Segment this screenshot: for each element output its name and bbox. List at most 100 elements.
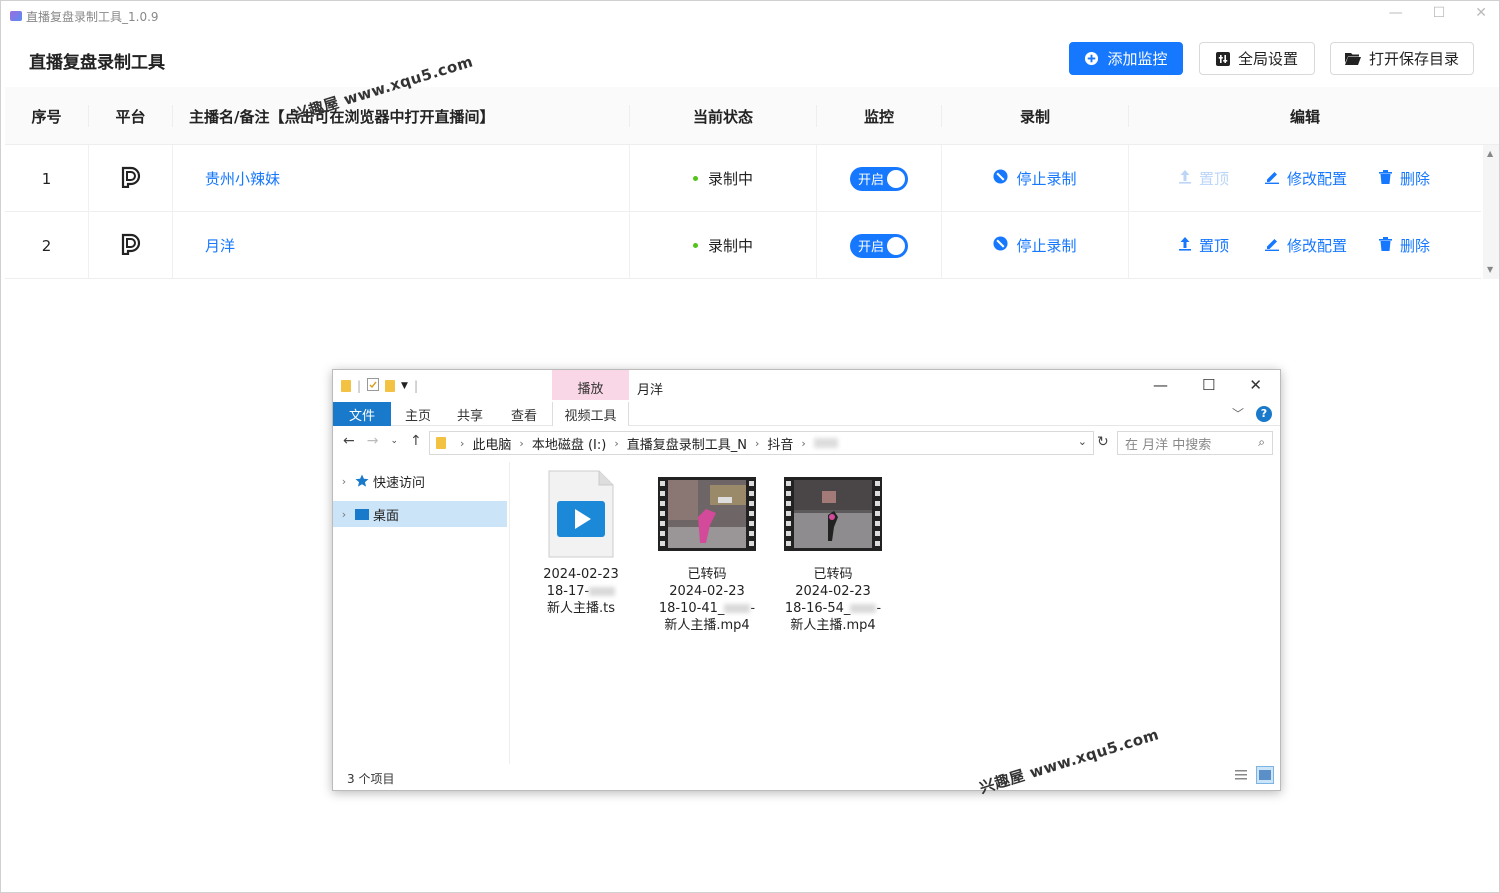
global-settings-button[interactable]: 全局设置: [1199, 42, 1315, 75]
file-name-line: 18-16-54_ -: [784, 601, 882, 616]
file-item[interactable]: 已转码 2024-02-23 18-16-54_ - 新人主播.mp4: [773, 466, 893, 634]
toolbar-divider: |: [357, 379, 362, 393]
minimize-button[interactable]: —: [1153, 376, 1168, 394]
customize-dropdown-icon[interactable]: ▼: [401, 381, 408, 391]
address-bar[interactable]: › 此电脑 › 本地磁盘 (I:) › 直播复盘录制工具_N › 抖音 › ⌄: [429, 431, 1094, 455]
folder-icon: [341, 380, 351, 392]
nav-item-desktop[interactable]: › 桌面: [333, 501, 507, 527]
properties-icon[interactable]: [367, 378, 380, 394]
file-name-line: 18-10-41_ -: [658, 601, 756, 616]
pin-top-button[interactable]: 置顶: [1179, 168, 1229, 189]
breadcrumb-tool-folder[interactable]: 直播复盘录制工具_N: [627, 434, 747, 453]
breadcrumb-douyin[interactable]: 抖音: [767, 434, 793, 453]
add-monitor-button[interactable]: 添加监控: [1069, 42, 1183, 75]
column-index: 序号: [31, 107, 62, 126]
table-scrollbar[interactable]: ▲ ▼: [1483, 145, 1499, 279]
navigation-pane: › 快速访问 › 桌面: [333, 462, 510, 764]
platform-cell: [89, 145, 172, 212]
chevron-right-icon[interactable]: ›: [333, 475, 355, 488]
close-button[interactable]: ✕: [1249, 376, 1262, 394]
column-status: 当前状态: [692, 107, 753, 126]
column-edit: 编辑: [1289, 107, 1320, 126]
monitor-toggle[interactable]: 开启: [850, 233, 908, 258]
address-dropdown-icon[interactable]: ⌄: [1078, 435, 1087, 448]
scroll-down-icon[interactable]: ▼: [1487, 265, 1493, 274]
edit-config-label: 修改配置: [1287, 170, 1348, 188]
stop-record-button[interactable]: 停止录制: [993, 235, 1077, 256]
back-arrow-icon[interactable]: ←: [343, 433, 355, 449]
open-save-folder-button[interactable]: 打开保存目录: [1330, 42, 1474, 75]
tab-share[interactable]: 共享: [447, 402, 493, 426]
tab-view[interactable]: 查看: [501, 402, 547, 426]
tab-video-tools[interactable]: 视频工具: [552, 402, 629, 426]
redacted-text: [724, 604, 751, 613]
breadcrumb-separator: ›: [801, 436, 806, 450]
delete-label: 删除: [1400, 170, 1431, 188]
cell-divider: [172, 145, 173, 212]
open-save-folder-label: 打开保存目录: [1368, 50, 1459, 68]
details-view-icon[interactable]: [1232, 766, 1250, 784]
maximize-button[interactable]: ☐: [1433, 5, 1446, 21]
nav-label: 快速访问: [373, 475, 426, 491]
refresh-icon[interactable]: ↻: [1097, 434, 1109, 450]
monitor-toggle[interactable]: 开启: [850, 166, 908, 191]
toggle-knob: [887, 169, 905, 188]
trash-icon: [1379, 236, 1392, 255]
edit-cell: 置顶 修改配置 删除: [1129, 145, 1481, 212]
search-input[interactable]: 在 月洋 中搜索 ⌕: [1117, 431, 1273, 455]
edit-config-button[interactable]: 修改配置: [1265, 235, 1347, 256]
status-cell: 录制中: [630, 145, 816, 212]
file-item[interactable]: 已转码 2024-02-23 18-10-41_ - 新人主播.mp4: [647, 466, 767, 634]
toggle-label: 开启: [858, 240, 885, 255]
pin-top-button[interactable]: 置顶: [1179, 235, 1229, 256]
file-name-line: 新人主播.mp4: [790, 618, 876, 633]
folder-open-icon: [1344, 52, 1361, 65]
pin-top-label: 置顶: [1199, 170, 1230, 188]
nav-item-quick-access[interactable]: › 快速访问: [333, 468, 507, 494]
breadcrumb-drive[interactable]: 本地磁盘 (I:): [532, 434, 607, 453]
pencil-icon: [1265, 170, 1279, 188]
contextual-tab-play[interactable]: 播放: [552, 370, 629, 400]
stop-icon: [993, 236, 1009, 255]
app-icon: [10, 11, 22, 21]
breadcrumb-this-pc[interactable]: 此电脑: [472, 434, 511, 453]
file-thumbnail: [647, 466, 767, 566]
delete-button[interactable]: 删除: [1379, 235, 1430, 256]
maximize-button[interactable]: ☐: [1202, 376, 1215, 394]
streamer-link[interactable]: 贵州小辣妹: [205, 145, 625, 212]
column-record: 录制: [1019, 107, 1050, 126]
page-title: 直播复盘录制工具: [29, 53, 165, 73]
up-arrow-icon[interactable]: ↑: [410, 433, 422, 449]
status-cell: 录制中: [630, 212, 816, 279]
edit-config-button[interactable]: 修改配置: [1265, 168, 1347, 189]
pencil-icon: [1265, 237, 1279, 255]
help-icon[interactable]: ?: [1256, 405, 1272, 422]
pin-top-icon: [1179, 169, 1191, 188]
forward-arrow-icon[interactable]: →: [367, 433, 379, 449]
video-thumbnail: [658, 476, 756, 556]
chevron-right-icon[interactable]: ›: [333, 508, 355, 521]
stop-record-label: 停止录制: [1016, 170, 1077, 188]
recent-dropdown-icon[interactable]: ⌄: [390, 433, 398, 449]
stop-record-button[interactable]: 停止录制: [993, 168, 1077, 189]
delete-button[interactable]: 删除: [1379, 168, 1430, 189]
platform-cell: [89, 212, 172, 279]
tab-file[interactable]: 文件: [333, 402, 391, 426]
column-divider: [172, 105, 173, 127]
status-dot: [692, 176, 698, 181]
video-thumbnail: [784, 476, 882, 556]
expand-ribbon-icon[interactable]: ﹀: [1232, 405, 1244, 422]
new-folder-icon[interactable]: [385, 380, 396, 392]
tab-home[interactable]: 主页: [395, 402, 441, 426]
folder-icon: [436, 437, 446, 449]
streamer-link[interactable]: 月洋: [205, 212, 625, 279]
close-button[interactable]: ✕: [1475, 5, 1487, 21]
file-item[interactable]: 2024-02-23 18-17- 新人主播.ts: [521, 466, 641, 617]
explorer-title-bar: | ▼ | 播放 月洋 — ☐ ✕: [333, 370, 1280, 404]
table-row: 2 月洋 录制中 开启 停止录制 置顶 修改配置 删除: [5, 212, 1481, 279]
large-icons-view-icon[interactable]: [1256, 766, 1274, 784]
scroll-up-icon[interactable]: ▲: [1487, 149, 1493, 158]
minimize-button[interactable]: —: [1389, 5, 1403, 21]
nav-label: 桌面: [373, 508, 400, 524]
toggle-knob: [887, 236, 905, 255]
